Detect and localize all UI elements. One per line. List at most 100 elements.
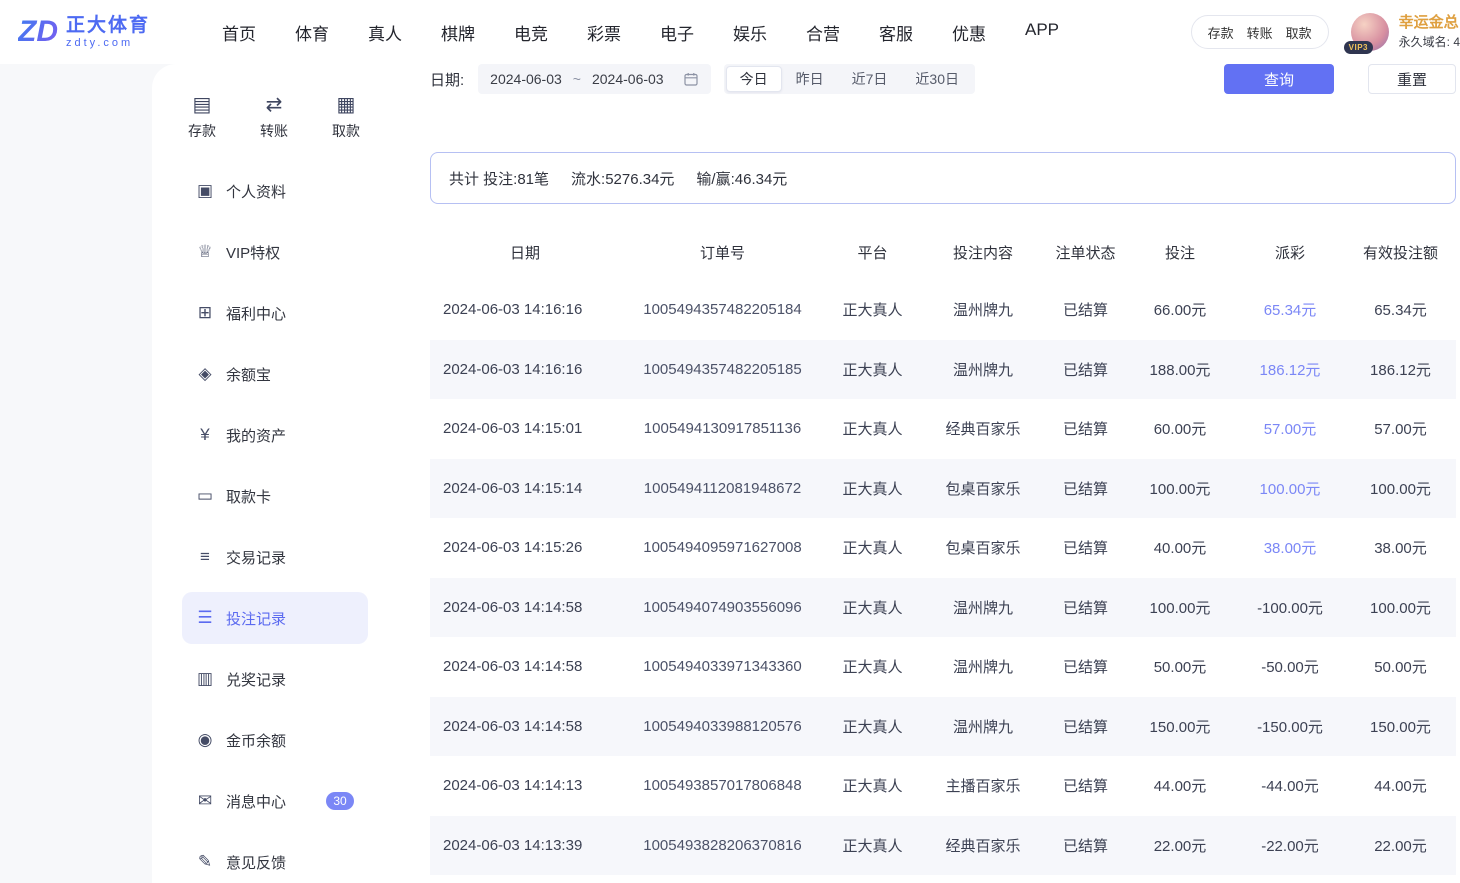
sidebar-item[interactable]: ¥ 我的资产	[182, 409, 368, 461]
cell-valid-bet: 57.00元	[1345, 418, 1456, 439]
table-row[interactable]: 2024-06-03 14:13:39 1005493828206370816 …	[430, 816, 1456, 876]
wallet-action[interactable]: 转账	[1247, 23, 1273, 42]
sidebar-item-label: 投注记录	[226, 608, 286, 629]
cell-order-no: 1005493828206370816	[620, 837, 825, 854]
quick-range-button[interactable]: 今日	[726, 66, 782, 92]
sidebar-item-label: 兑奖记录	[226, 669, 286, 690]
summary-segment: 共计 投注:81笔	[449, 168, 549, 189]
cell-valid-bet: 38.00元	[1345, 537, 1456, 558]
sidebar-item[interactable]: ≡ 交易记录	[182, 531, 368, 583]
calendar-icon[interactable]	[683, 71, 699, 87]
cell-order-no: 1005494357482205185	[620, 361, 825, 378]
table-row[interactable]: 2024-06-03 14:16:16 1005494357482205184 …	[430, 280, 1456, 340]
app-shell: ▤ 存款 ⇄ 转账 ▦ 取款 ▣ 个人资料	[152, 64, 1460, 883]
nav-item[interactable]: 彩票	[587, 20, 621, 45]
reset-button[interactable]: 重置	[1368, 64, 1456, 94]
date-from-value[interactable]: 2024-06-03	[490, 71, 562, 87]
welfare-icon: ⊞	[194, 303, 216, 323]
cell-status: 已结算	[1046, 716, 1125, 737]
sidebar-item[interactable]: ▥ 兑奖记录	[182, 653, 368, 705]
cell-platform: 正大真人	[825, 478, 920, 499]
table-row[interactable]: 2024-06-03 14:15:14 1005494112081948672 …	[430, 459, 1456, 519]
sidebar-item[interactable]: ⊞ 福利中心	[182, 287, 368, 339]
sidebar-item[interactable]: ☰ 投注记录	[182, 592, 368, 644]
date-range-picker[interactable]: 2024-06-03 ~ 2024-06-03	[478, 64, 710, 94]
sidebar-item[interactable]: ✉ 消息中心 30	[182, 775, 368, 827]
cell-payout: 38.00元	[1235, 537, 1345, 558]
nav-item[interactable]: 优惠	[952, 20, 986, 45]
avatar[interactable]: VIP3	[1351, 13, 1389, 51]
sidebar-item-label: 取款卡	[226, 486, 271, 507]
sidebar-item-label: 福利中心	[226, 303, 286, 324]
quick-action[interactable]: ▤ 存款	[178, 94, 226, 141]
cell-platform: 正大真人	[825, 835, 920, 856]
cell-valid-bet: 50.00元	[1345, 656, 1456, 677]
feedback-icon: ✎	[194, 852, 216, 872]
sidebar-item[interactable]: ◈ 余额宝	[182, 348, 368, 400]
nav-item[interactable]: 棋牌	[441, 20, 475, 45]
cell-bet: 188.00元	[1125, 359, 1235, 380]
cell-platform: 正大真人	[825, 597, 920, 618]
cell-date: 2024-06-03 14:13:39	[430, 837, 620, 854]
cell-order-no: 1005494033971343360	[620, 658, 825, 675]
cell-content: 温州牌九	[920, 716, 1046, 737]
bet-records-table: 日期 订单号 平台 投注内容 注单状态 投注 派彩 有效投注额	[430, 225, 1456, 875]
nav-item[interactable]: 体育	[295, 20, 329, 45]
date-separator: ~	[573, 71, 581, 87]
table-row[interactable]: 2024-06-03 14:15:01 1005494130917851136 …	[430, 399, 1456, 459]
sidebar-item[interactable]: ♕ VIP特权	[182, 226, 368, 278]
nav-item[interactable]: 首页	[222, 20, 256, 45]
quick-action[interactable]: ⇄ 转账	[250, 94, 298, 141]
quick-range-button[interactable]: 近30日	[901, 66, 973, 92]
quick-range-button[interactable]: 近7日	[838, 66, 902, 92]
nav-item[interactable]: 合营	[806, 20, 840, 45]
cell-platform: 正大真人	[825, 537, 920, 558]
cell-status: 已结算	[1046, 418, 1125, 439]
cell-status: 已结算	[1046, 656, 1125, 677]
cell-content: 经典百家乐	[920, 418, 1046, 439]
table-row[interactable]: 2024-06-03 14:14:58 1005494074903556096 …	[430, 578, 1456, 638]
quick-action-label: 存款	[188, 121, 216, 141]
profile-icon: ▣	[194, 181, 216, 201]
cell-date: 2024-06-03 14:15:01	[430, 420, 620, 437]
sidebar-item-label: 消息中心	[226, 791, 286, 812]
nav-item[interactable]: APP	[1025, 20, 1059, 45]
summary-bar: 共计 投注:81笔 流水:5276.34元 输/赢:46.34元	[430, 152, 1456, 204]
nav-item[interactable]: 客服	[879, 20, 913, 45]
date-to-value[interactable]: 2024-06-03	[592, 71, 664, 87]
date-filter-label: 日期:	[430, 69, 464, 90]
wallet-action[interactable]: 存款	[1208, 23, 1234, 42]
cell-bet: 66.00元	[1125, 299, 1235, 320]
nav-item[interactable]: 真人	[368, 20, 402, 45]
table-row[interactable]: 2024-06-03 14:15:26 1005494095971627008 …	[430, 518, 1456, 578]
query-button[interactable]: 查询	[1224, 64, 1334, 94]
nav-item[interactable]: 娱乐	[733, 20, 767, 45]
sidebar-item-label: 交易记录	[226, 547, 286, 568]
table-row[interactable]: 2024-06-03 14:16:16 1005494357482205185 …	[430, 340, 1456, 400]
cell-content: 包桌百家乐	[920, 537, 1046, 558]
nav-item[interactable]: 电子	[660, 20, 694, 45]
username: 幸运金总	[1399, 12, 1460, 34]
table-row[interactable]: 2024-06-03 14:14:58 1005494033988120576 …	[430, 697, 1456, 757]
cell-content: 温州牌九	[920, 359, 1046, 380]
wallet-action[interactable]: 取款	[1286, 23, 1312, 42]
table-row[interactable]: 2024-06-03 14:14:58 1005494033971343360 …	[430, 637, 1456, 697]
sidebar-item[interactable]: ▭ 取款卡	[182, 470, 368, 522]
column-header: 平台	[825, 242, 920, 263]
nav-item[interactable]: 电竞	[514, 20, 548, 45]
cell-bet: 150.00元	[1125, 716, 1235, 737]
sidebar-item[interactable]: ◉ 金币余额	[182, 714, 368, 766]
sidebar-item[interactable]: ▣ 个人资料	[182, 165, 368, 217]
sidebar-item[interactable]: ✎ 意见反馈	[182, 836, 368, 883]
cell-payout: 186.12元	[1235, 359, 1345, 380]
cell-bet: 100.00元	[1125, 478, 1235, 499]
quick-action[interactable]: ▦ 取款	[322, 94, 370, 141]
filter-bar: 日期: 2024-06-03 ~ 2024-06-03 今日 昨日	[430, 64, 1456, 94]
cell-date: 2024-06-03 14:14:13	[430, 777, 620, 794]
quick-range-button[interactable]: 昨日	[782, 66, 838, 92]
cell-valid-bet: 65.34元	[1345, 299, 1456, 320]
table-row[interactable]: 2024-06-03 14:14:13 1005493857017806848 …	[430, 756, 1456, 816]
cell-date: 2024-06-03 14:14:58	[430, 658, 620, 675]
brand-logo[interactable]: ZD 正大体育 zdty.com	[0, 15, 182, 49]
column-header: 派彩	[1235, 242, 1345, 263]
